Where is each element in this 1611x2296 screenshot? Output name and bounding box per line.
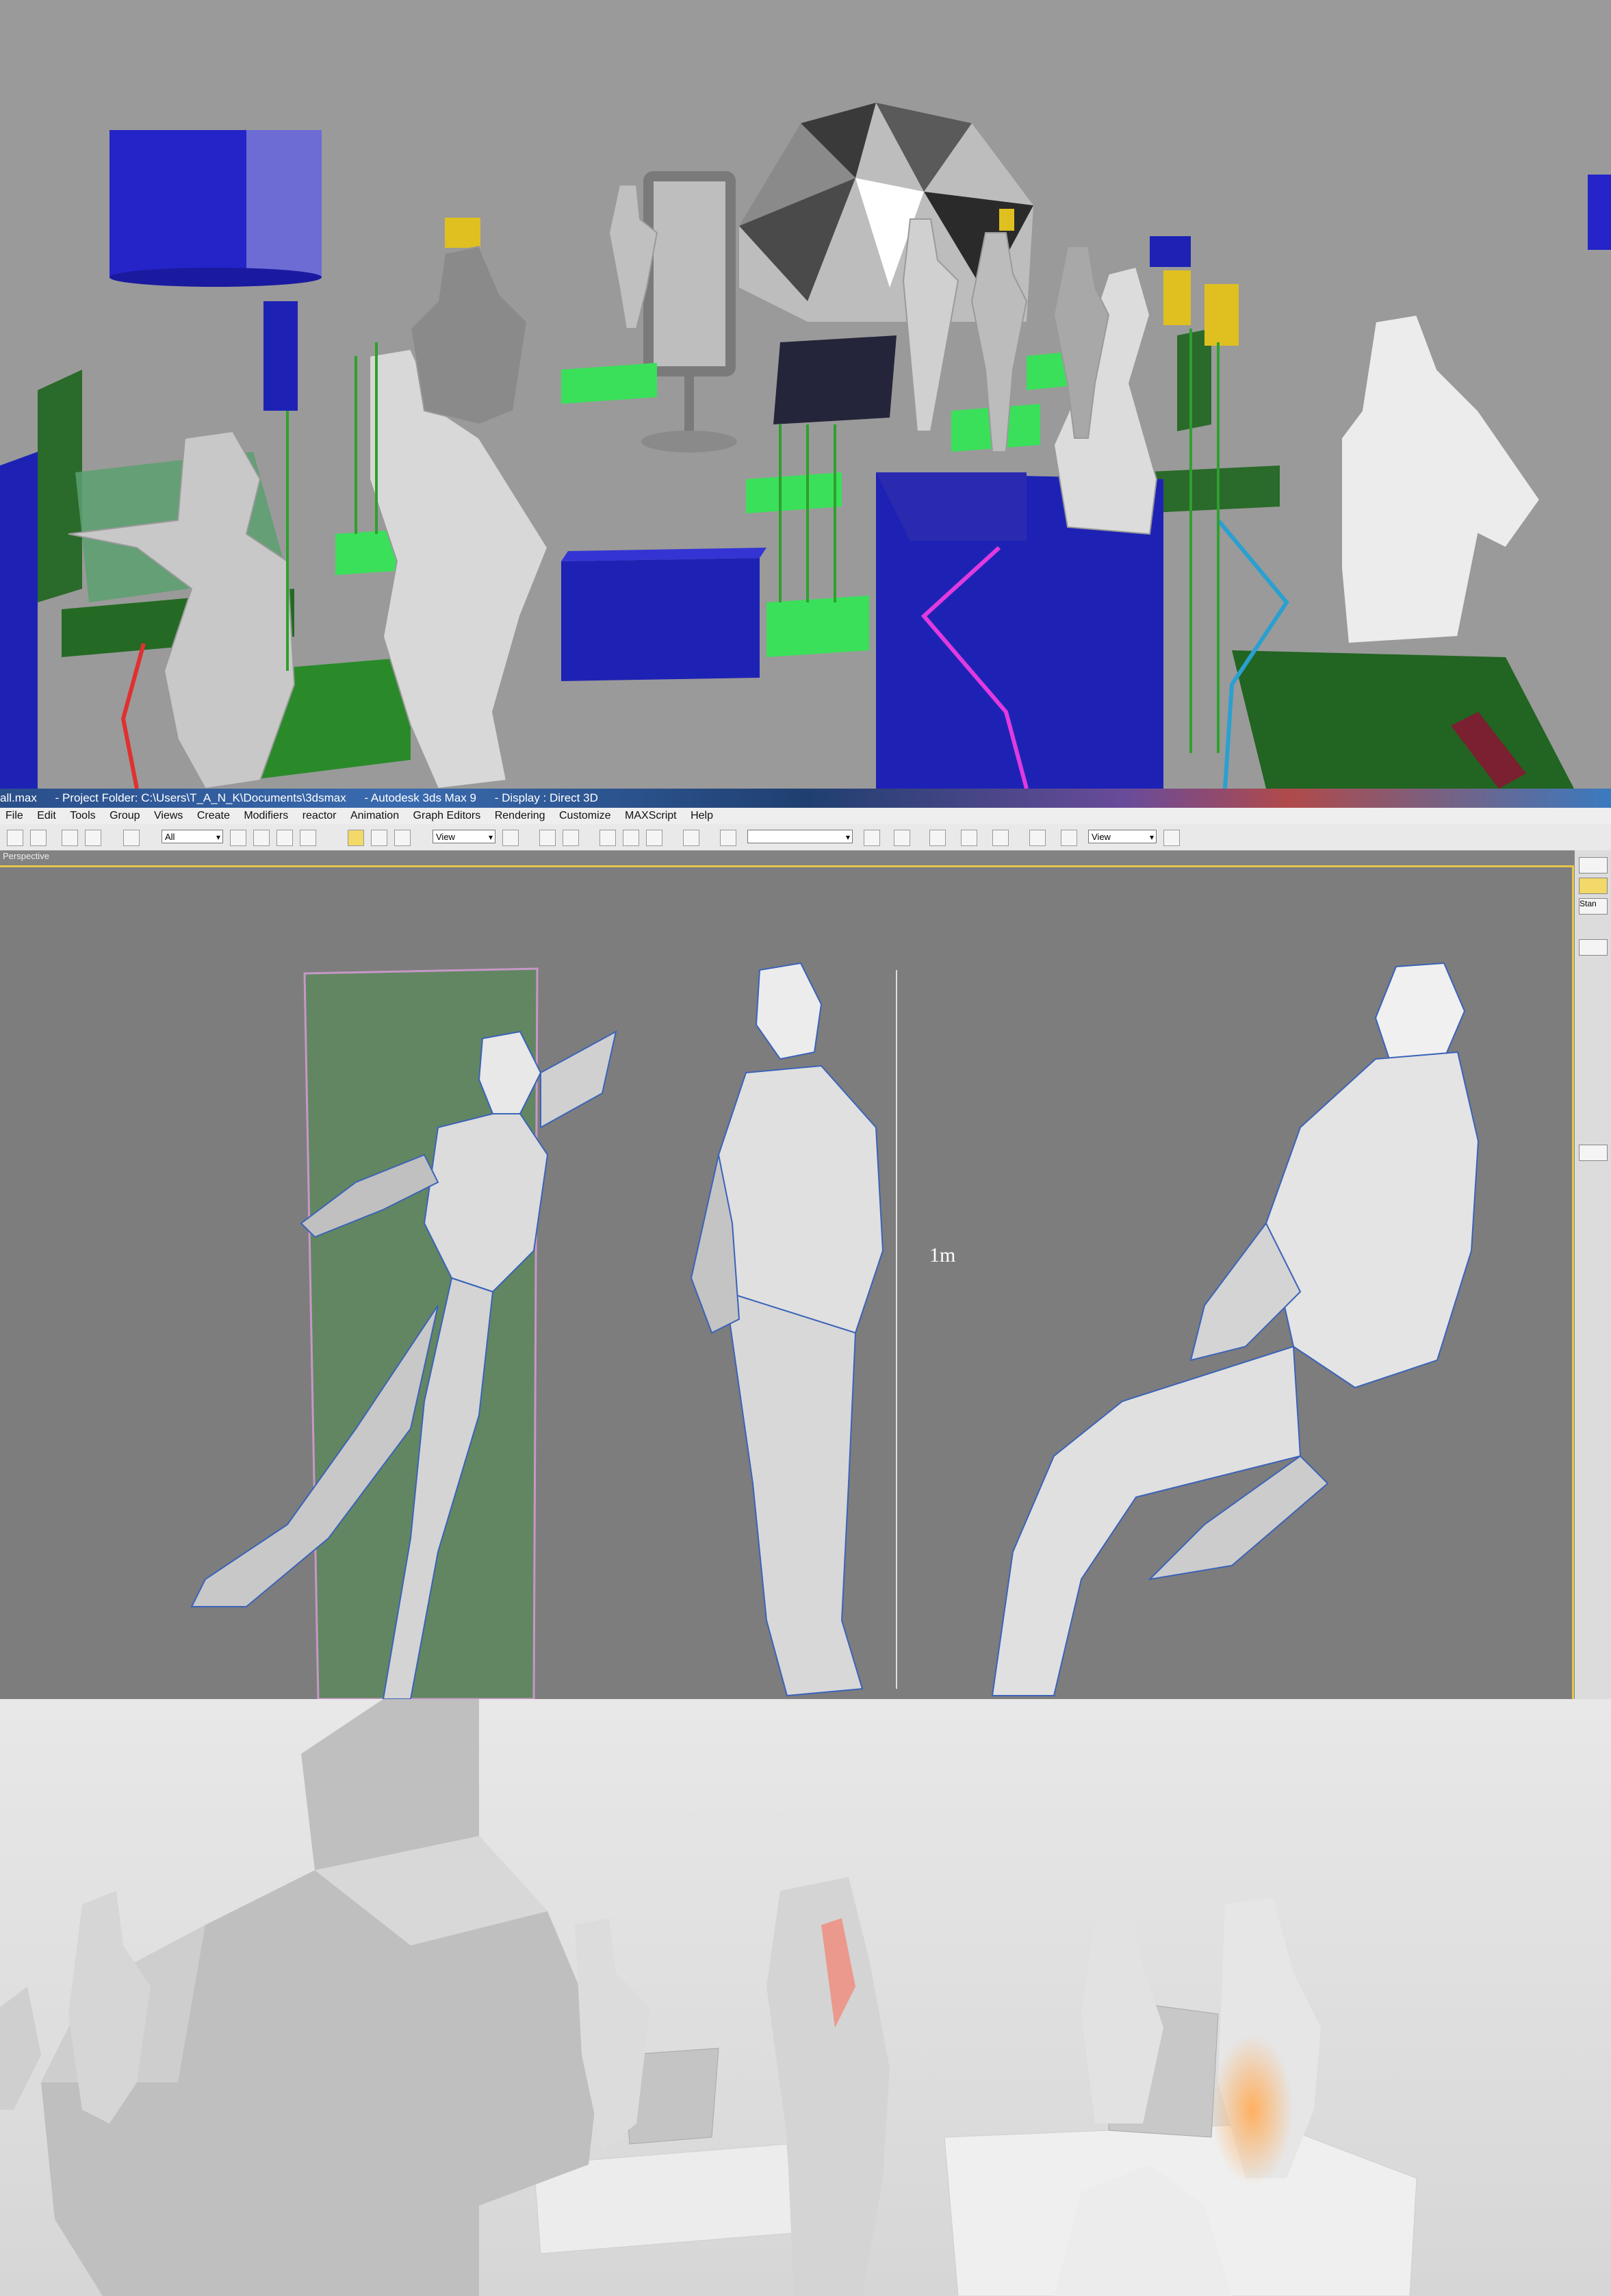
perspective-viewport[interactable]: Perspective 1m xyxy=(0,851,1574,1699)
percent-snap-icon[interactable] xyxy=(646,830,662,846)
create-tab-icon[interactable] xyxy=(1579,857,1608,873)
rollout-toggle[interactable] xyxy=(1579,939,1608,956)
geometry-icon[interactable] xyxy=(1579,878,1608,894)
dark-screen xyxy=(773,335,897,424)
menu-edit[interactable]: Edit xyxy=(31,808,62,824)
command-panel: Stan xyxy=(1574,850,1611,1699)
select-object-icon[interactable] xyxy=(230,830,246,846)
render-scene-icon[interactable] xyxy=(1061,830,1077,846)
scene-render-bottom xyxy=(0,1699,1611,2296)
curve-editor-icon[interactable] xyxy=(961,830,977,846)
snaps-toggle-icon[interactable] xyxy=(600,830,616,846)
window-crossing-icon[interactable] xyxy=(300,830,316,846)
edit-named-selection-icon[interactable] xyxy=(720,830,736,846)
align-icon[interactable] xyxy=(894,830,910,846)
scene-render-top xyxy=(0,0,1611,789)
mirror-icon[interactable] xyxy=(864,830,880,846)
spinner-snap-icon[interactable] xyxy=(683,830,699,846)
menu-customize[interactable]: Customize xyxy=(554,808,617,824)
named-selection-dropdown[interactable] xyxy=(747,830,853,844)
keyboard-shortcut-icon[interactable] xyxy=(563,830,579,846)
menu-animation[interactable]: Animation xyxy=(345,808,404,824)
main-toolbar: All View View xyxy=(0,824,1611,851)
rollout-toggle-2[interactable] xyxy=(1579,1145,1608,1161)
undo-icon[interactable] xyxy=(7,830,23,846)
menu-modifiers[interactable]: Modifiers xyxy=(238,808,294,824)
move-icon[interactable] xyxy=(348,830,364,846)
menu-tools[interactable]: Tools xyxy=(64,808,101,824)
selection-filter-dropdown[interactable]: All xyxy=(162,830,223,844)
window-titlebar: all.max - Project Folder: C:\Users\T_A_N… xyxy=(0,789,1611,808)
menu-bar: File Edit Tools Group Views Create Modif… xyxy=(0,808,1611,825)
top-render-viewport xyxy=(0,0,1611,789)
wireframe-figures xyxy=(190,962,1480,1699)
scale-label: 1m xyxy=(929,1244,956,1266)
viewport-label[interactable]: Perspective xyxy=(3,851,49,861)
figure-seated xyxy=(991,962,1480,1696)
selection-region-icon[interactable] xyxy=(276,830,293,846)
title-app: - Autodesk 3ds Max 9 xyxy=(364,791,476,804)
scale-icon[interactable] xyxy=(394,830,411,846)
title-display: - Display : Direct 3D xyxy=(494,791,598,804)
bottom-render-image xyxy=(0,1699,1611,2296)
max-application-window: all.max - Project Folder: C:\Users\T_A_N… xyxy=(0,789,1611,1699)
angle-snap-icon[interactable] xyxy=(623,830,639,846)
menu-views[interactable]: Views xyxy=(149,808,188,824)
unlink-icon[interactable] xyxy=(85,830,101,846)
select-by-name-icon[interactable] xyxy=(253,830,270,846)
pivot-center-icon[interactable] xyxy=(502,830,519,846)
material-editor-icon[interactable] xyxy=(1029,830,1046,846)
layer-manager-icon[interactable] xyxy=(929,830,946,846)
menu-group[interactable]: Group xyxy=(104,808,145,824)
menu-graph-editors[interactable]: Graph Editors xyxy=(408,808,487,824)
menu-rendering[interactable]: Rendering xyxy=(489,808,551,824)
object-type-field[interactable]: Stan xyxy=(1579,898,1608,915)
select-link-icon[interactable] xyxy=(62,830,78,846)
menu-file[interactable]: File xyxy=(0,808,29,824)
quick-render-icon[interactable] xyxy=(1163,830,1180,846)
menu-reactor[interactable]: reactor xyxy=(297,808,342,824)
figure-standing xyxy=(690,962,884,1697)
redo-icon[interactable] xyxy=(30,830,47,846)
rotate-icon[interactable] xyxy=(371,830,387,846)
render-type-dropdown[interactable]: View xyxy=(1088,830,1157,844)
blue-cylinder xyxy=(109,130,322,287)
title-file: all.max xyxy=(0,791,37,804)
select-manipulate-icon[interactable] xyxy=(539,830,556,846)
schematic-view-icon[interactable] xyxy=(992,830,1009,846)
reference-coordinate-dropdown[interactable]: View xyxy=(433,830,495,844)
bind-space-warp-icon[interactable] xyxy=(123,830,140,846)
menu-create[interactable]: Create xyxy=(192,808,235,824)
title-project: - Project Folder: C:\Users\T_A_N_K\Docum… xyxy=(55,791,346,804)
menu-help[interactable]: Help xyxy=(685,808,719,824)
menu-maxscript[interactable]: MAXScript xyxy=(619,808,682,824)
